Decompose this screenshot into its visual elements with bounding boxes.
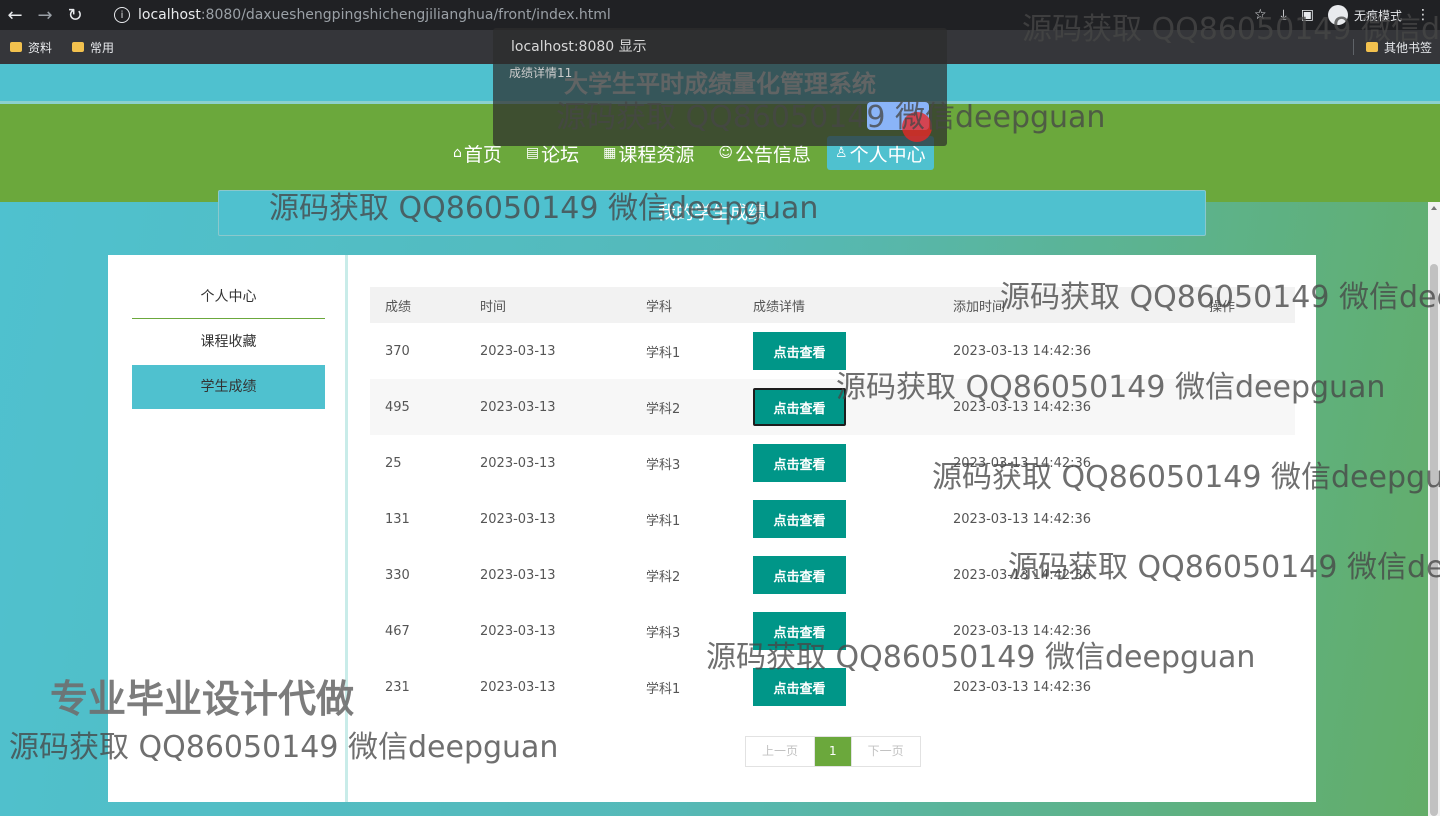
prev-page-button[interactable]: 上一页 — [746, 737, 816, 766]
forward-icon[interactable]: → — [30, 0, 60, 30]
cell-date: 2023-03-13 — [480, 679, 556, 695]
cell-subject: 学科3 — [646, 457, 681, 473]
cell-action — [1194, 491, 1295, 547]
bookmark-folder[interactable]: 常用 — [72, 39, 114, 56]
url-path: :8080/daxueshengpingshichengjilianghua/f… — [200, 7, 611, 23]
cell-score: 131 — [385, 511, 410, 527]
cell-score: 370 — [385, 343, 410, 359]
cell-date: 2023-03-13 — [480, 399, 556, 415]
cell-date: 2023-03-13 — [480, 511, 556, 527]
cell-date: 2023-03-13 — [480, 567, 556, 583]
watermark-text: 源码获取 QQ86050149 微信deepguan — [932, 460, 1440, 495]
cell-score: 231 — [385, 679, 410, 695]
cell-detail: 点击查看 — [738, 491, 938, 547]
side-item-student-grades[interactable]: 学生成绩 — [132, 365, 325, 409]
scroll-thumb[interactable] — [1430, 264, 1438, 816]
watermark-text: 源码获取 QQ86050149 微信deepguan — [706, 640, 1256, 675]
cell-subject: 学科2 — [646, 569, 681, 585]
watermark-text: 源码获取 QQ86050149 微信deepguan — [269, 191, 819, 226]
cell-date: 2023-03-13 — [480, 455, 556, 471]
bookmark-label: 常用 — [90, 40, 115, 55]
scroll-up-icon[interactable] — [1431, 206, 1437, 210]
folder-icon — [10, 42, 22, 52]
home-icon: ⌂ — [453, 145, 462, 161]
view-detail-button[interactable]: 点击查看 — [753, 500, 846, 538]
watermark-text: 源码获取 QQ86050149 微信deepguan — [1000, 280, 1440, 315]
col-score: 成绩 — [385, 299, 412, 315]
view-detail-button[interactable]: 点击查看 — [753, 332, 846, 370]
grid-icon: ▦ — [603, 145, 617, 161]
url-host: localhost — [138, 7, 201, 23]
cell-subject: 学科1 — [646, 345, 681, 361]
cell-score: 495 — [385, 399, 410, 415]
cell-added: 2023-03-13 14:42:36 — [953, 511, 1092, 527]
watermark-text: 源码获取 QQ86050149 微信deepguan — [1022, 12, 1440, 47]
back-icon[interactable]: ← — [0, 0, 30, 30]
page-number-button[interactable]: 1 — [815, 737, 851, 766]
side-item-personal-center[interactable]: 个人中心 — [132, 275, 325, 319]
alert-message: 成绩详情11 — [509, 66, 573, 80]
notice-icon: ☺ — [718, 145, 734, 161]
cell-score: 25 — [385, 455, 402, 471]
col-detail: 成绩详情 — [753, 299, 806, 315]
watermark-text: 源码获取 QQ86050149 微信deepguan — [556, 100, 1106, 135]
cell-subject: 学科2 — [646, 401, 681, 417]
view-detail-button[interactable]: 点击查看 — [753, 388, 846, 426]
watermark-text: 源码获取 QQ86050149 微信deepguan — [836, 370, 1386, 405]
folder-icon — [72, 42, 85, 52]
alert-title: localhost:8080 显示 — [511, 39, 647, 55]
cell-date: 2023-03-13 — [480, 343, 556, 359]
pagination: 上一页 1 下一页 — [745, 736, 921, 767]
watermark-text: 源码获取 QQ86050149 微信deepguan — [9, 730, 559, 765]
next-page-button[interactable]: 下一页 — [850, 737, 920, 766]
bookmark-label: 资料 — [28, 40, 53, 55]
col-time: 时间 — [480, 299, 507, 315]
cell-date: 2023-03-13 — [480, 623, 556, 639]
info-icon[interactable]: i — [114, 7, 130, 23]
watermark-slogan: 专业毕业设计代做 — [50, 677, 355, 721]
cell-detail: 点击查看 — [738, 547, 938, 603]
cell-subject: 学科1 — [646, 513, 681, 529]
bookmark-folder[interactable]: 资料 — [10, 39, 52, 56]
forum-icon: ▤ — [525, 145, 540, 161]
view-detail-button[interactable]: 点击查看 — [753, 556, 846, 594]
cell-score: 330 — [385, 567, 410, 583]
user-icon: ♙ — [835, 145, 848, 161]
view-detail-button[interactable]: 点击查看 — [753, 444, 846, 482]
reload-icon[interactable]: ↻ — [60, 0, 90, 30]
side-item-course-favorites[interactable]: 课程收藏 — [132, 320, 325, 364]
watermark-text: 源码获取 QQ86050149 微信deepguan — [1008, 550, 1440, 585]
cell-detail: 点击查看 — [738, 435, 938, 491]
table-row: 131 2023-03-13 学科1 点击查看 2023-03-13 14:42… — [370, 491, 1295, 547]
cell-score: 467 — [385, 623, 410, 639]
col-subject: 学科 — [646, 299, 673, 315]
